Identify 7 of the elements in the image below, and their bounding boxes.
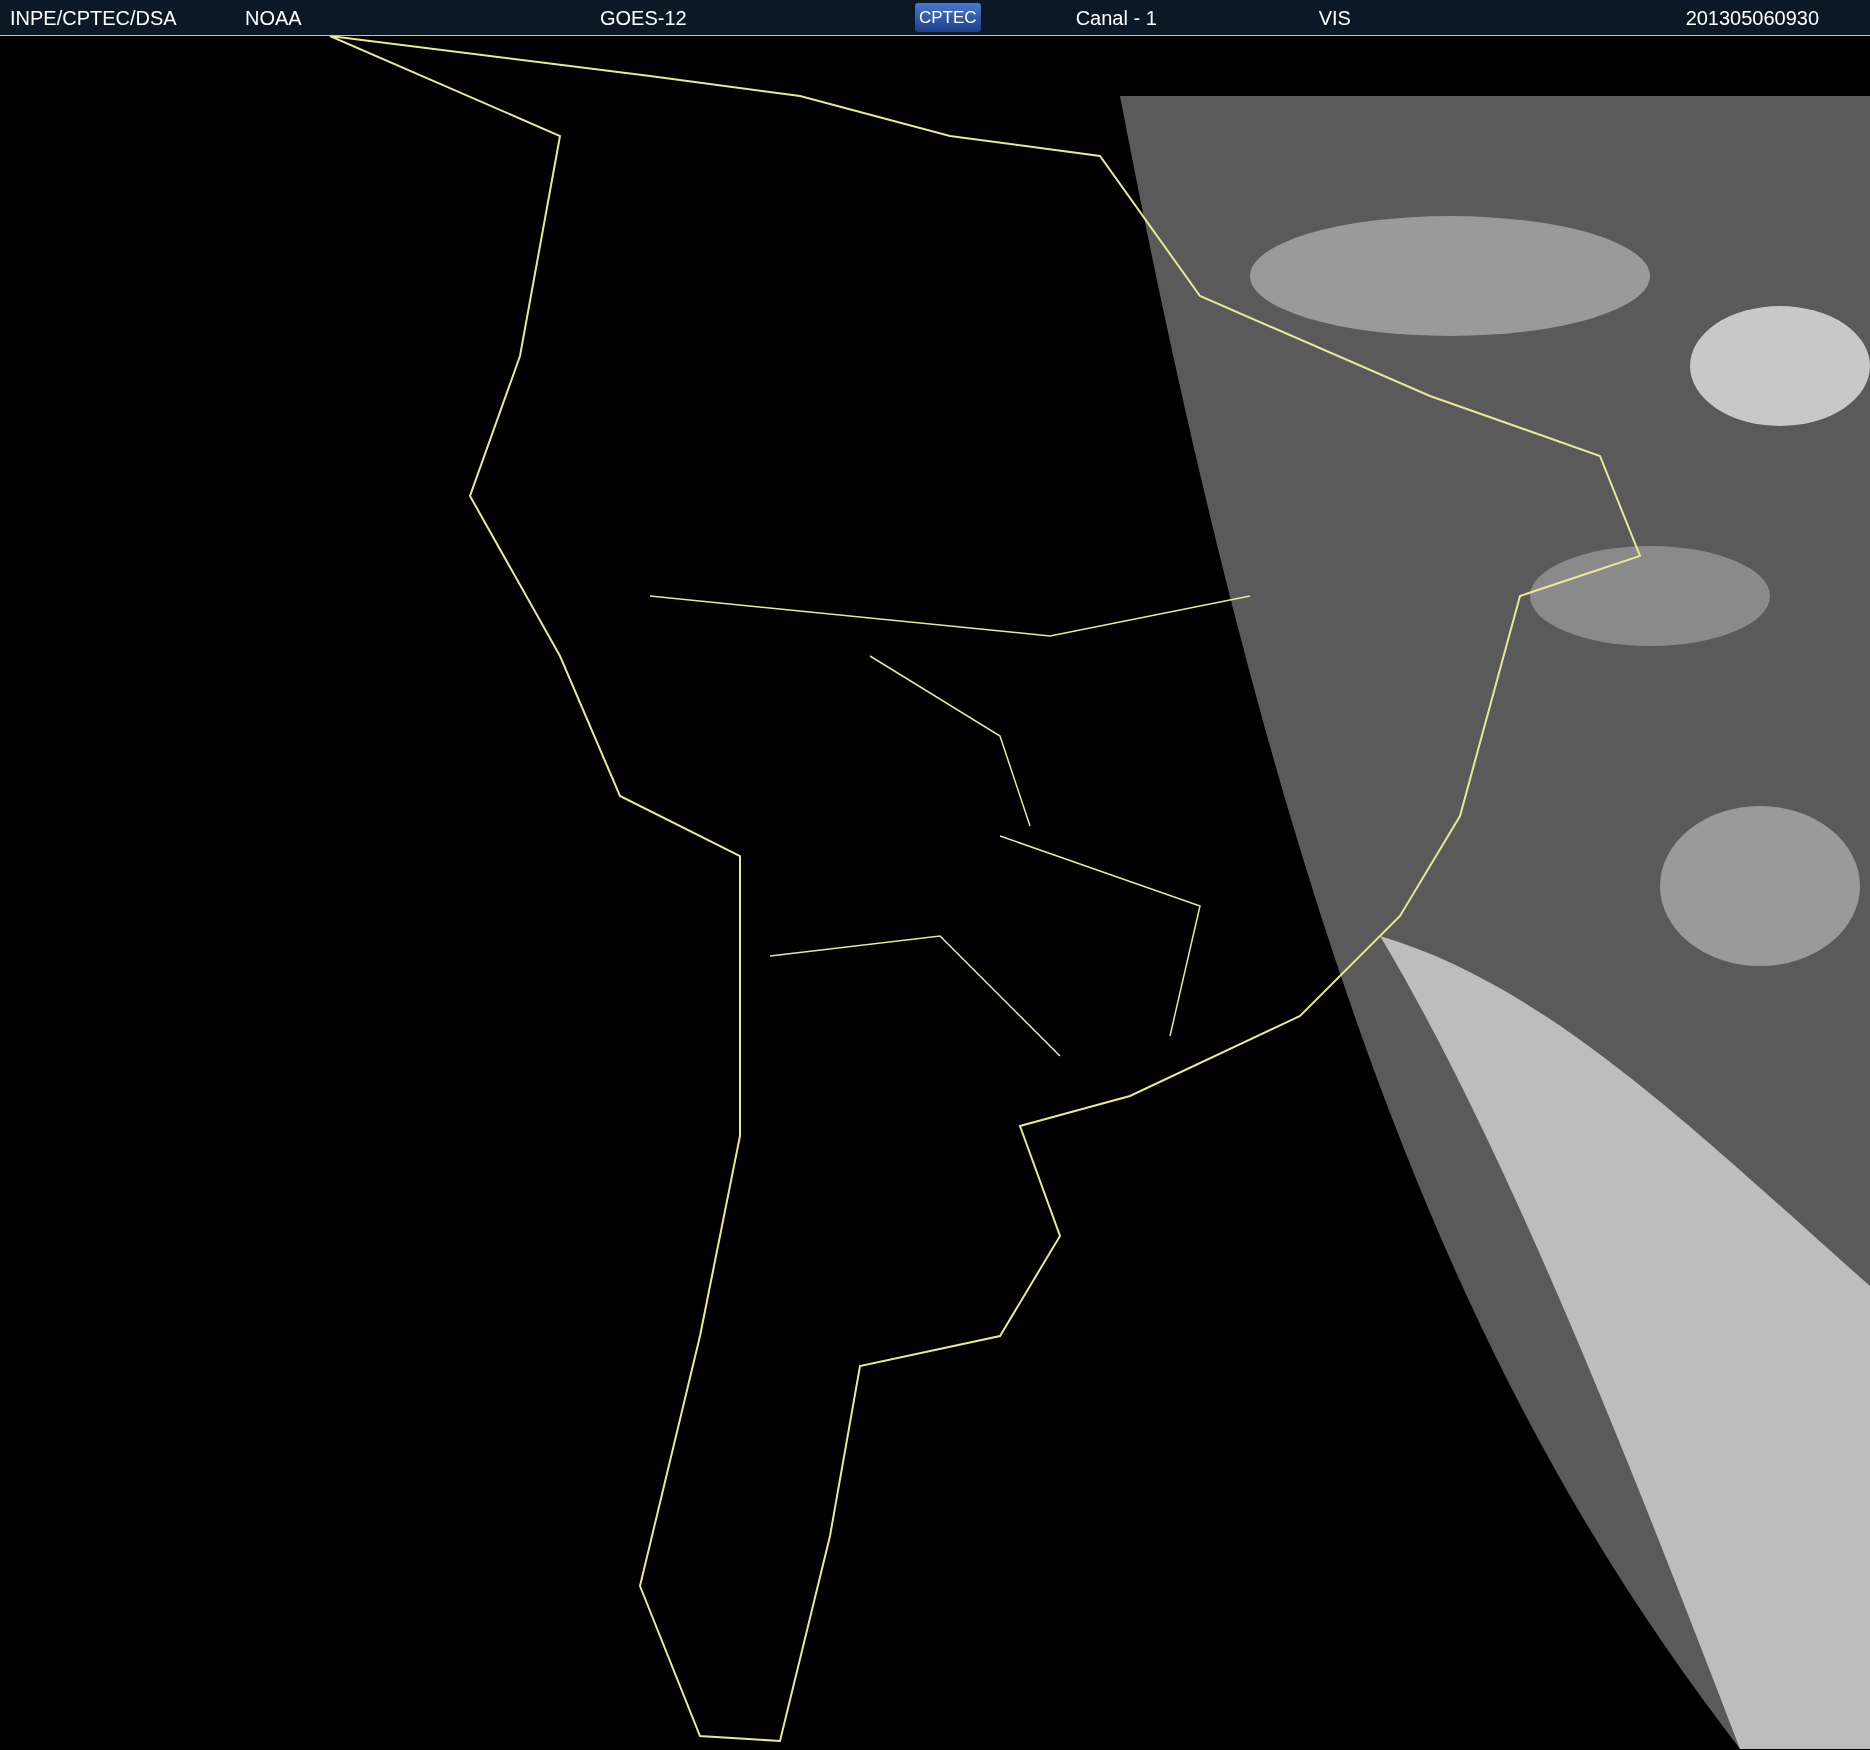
header-label: GOES-12	[600, 5, 688, 31]
header-label: 201305060930	[1685, 5, 1820, 31]
header-label: VIS	[1318, 5, 1352, 31]
header-label: INPE/CPTEC/DSA	[10, 5, 178, 31]
header-label: NOAA	[245, 5, 303, 31]
header-label: Canal - 1	[1075, 5, 1158, 31]
logo: CPTEC	[915, 2, 981, 33]
